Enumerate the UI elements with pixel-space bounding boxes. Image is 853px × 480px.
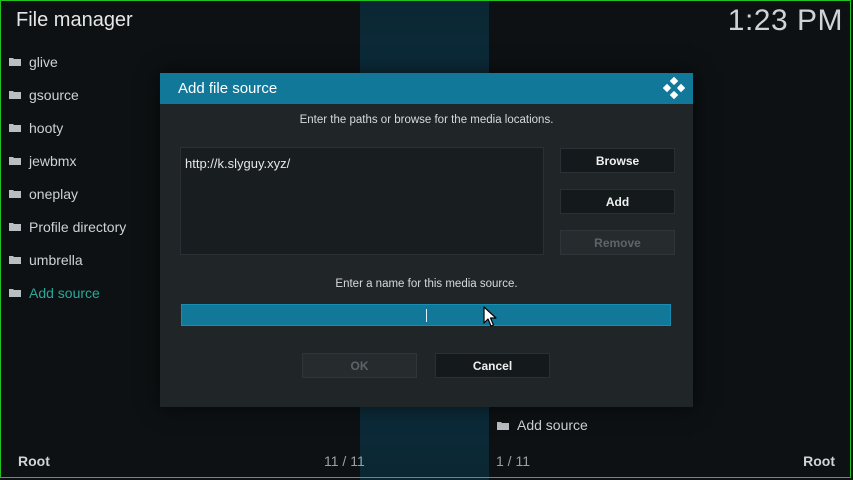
right-list-item-label: Add source (517, 417, 588, 433)
dialog-header: Add file source (160, 73, 693, 104)
kodi-logo-icon (662, 76, 686, 100)
list-item-label: glive (29, 53, 58, 70)
list-item-label: jewbmx (29, 152, 77, 169)
browse-button[interactable]: Browse (560, 148, 675, 173)
folder-icon (9, 90, 21, 99)
folder-icon (497, 421, 509, 430)
list-item-label: oneplay (29, 185, 79, 202)
folder-icon (9, 189, 21, 198)
cancel-button[interactable]: Cancel (435, 353, 550, 378)
folder-icon (9, 288, 21, 297)
mouse-pointer-icon (483, 306, 497, 333)
list-item-jewbmx[interactable]: jewbmx (0, 144, 160, 177)
add-button[interactable]: Add (560, 189, 675, 214)
clock: 1:23 PM (727, 4, 843, 37)
folder-icon (9, 222, 21, 231)
list-item-label: Profile directory (29, 218, 127, 235)
footer-path-left: Root (18, 453, 50, 469)
folder-icon (9, 57, 21, 66)
list-item-hooty[interactable]: hooty (0, 111, 160, 144)
list-item-glive[interactable]: glive (0, 45, 160, 78)
right-list-item-add-source[interactable]: Add source (497, 417, 588, 433)
list-item-label: gsource (29, 86, 79, 103)
app-title: File manager (16, 9, 133, 31)
list-item-gsource[interactable]: gsource (0, 78, 160, 111)
ok-button[interactable]: OK (302, 353, 417, 378)
folder-icon (9, 123, 21, 132)
path-entry[interactable]: http://k.slyguy.xyz/ (185, 156, 290, 171)
footer-count-right: 1 / 11 (496, 453, 530, 469)
media-source-name-input[interactable] (181, 304, 671, 326)
path-instruction: Enter the paths or browse for the media … (299, 114, 554, 126)
footer-count-left: 11 / 11 (324, 453, 365, 469)
list-item-add-source[interactable]: Add source (0, 276, 160, 309)
footer-path-right: Root (803, 453, 835, 469)
list-item-label: umbrella (29, 251, 83, 268)
name-instruction: Enter a name for this media source. (335, 278, 518, 290)
source-list: glive gsource hooty jewbmx oneplay Profi… (0, 45, 160, 309)
add-file-source-dialog: Add file source Enter the paths or brows… (160, 73, 693, 407)
list-item-label: Add source (29, 284, 100, 301)
remove-button[interactable]: Remove (560, 230, 675, 255)
path-list[interactable]: http://k.slyguy.xyz/ (180, 147, 544, 255)
folder-icon (9, 255, 21, 264)
list-item-umbrella[interactable]: umbrella (0, 243, 160, 276)
list-item-oneplay[interactable]: oneplay (0, 177, 160, 210)
folder-icon (9, 156, 21, 165)
list-item-label: hooty (29, 119, 64, 136)
list-item-profile-directory[interactable]: Profile directory (0, 210, 160, 243)
text-caret (426, 309, 427, 322)
dialog-title: Add file source (178, 80, 278, 97)
